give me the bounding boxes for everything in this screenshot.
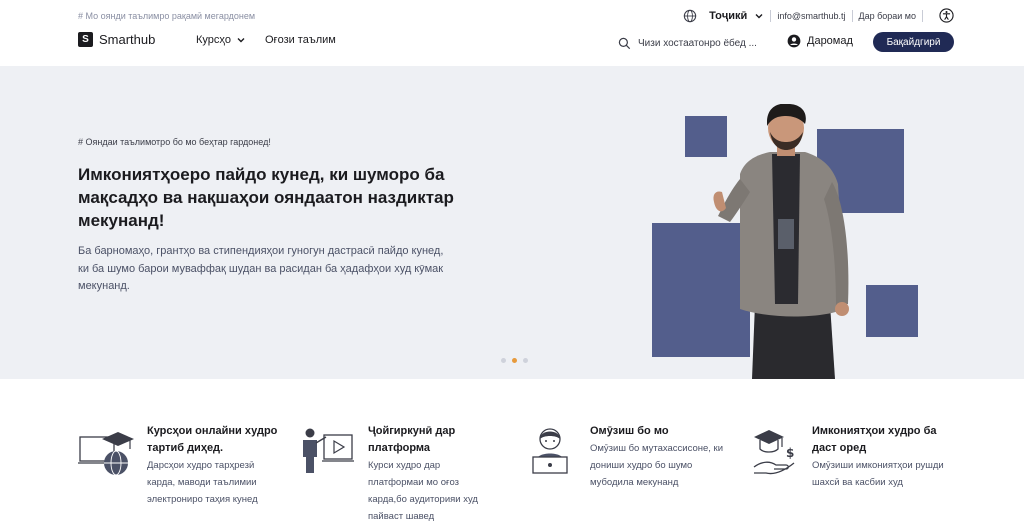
register-button[interactable]: Бақайдгирӣ [873,32,954,52]
language-selector[interactable]: Тоҷикӣ [709,10,747,22]
user-icon [787,34,801,48]
online-course-icon [78,432,134,476]
carousel-dot[interactable] [523,358,528,363]
nav-courses-label: Курсҳо [196,34,232,46]
feature-description: Омӯзиши имкониятҳои рушди шахсӣ ва касби… [812,460,944,488]
decor-square [866,285,918,337]
logo[interactable]: S Smarthub [78,32,155,47]
hero-section: # Ояндаи таълимотро бо мо беҳтар гардоне… [0,66,1024,379]
about-link[interactable]: Дар бораи мо [859,11,917,21]
accessibility-icon[interactable] [939,8,954,23]
nav-start-learning[interactable]: Оғози таълим [265,34,336,46]
divider [922,10,923,22]
feature-title: Имкониятҳои худро ба даст оред [812,425,937,454]
login-label: Даромад [807,35,853,47]
hero-tag: # Ояндаи таълимотро бо мо беҳтар гардоне… [78,137,271,147]
nav-courses[interactable]: Курсҳо [196,34,246,46]
feature-title: Ҷойгиркунӣ дар платформа [368,425,456,454]
hero-person-image [713,104,849,379]
carousel-dot-active[interactable] [512,358,517,363]
feature-title: Курсҳои онлайни худро тартиб диҳед. [147,425,278,454]
chevron-down-icon[interactable] [754,11,764,21]
divider [770,10,772,22]
carousel-dot[interactable] [501,358,506,363]
carousel-dots [501,358,534,363]
learner-laptop-icon [532,428,568,474]
svg-text:$: $ [786,446,794,460]
main-header: S Smarthub Курсҳо Оғози таълим Даромад Б… [0,28,1024,66]
feature-title: Омӯзиш бо мо [590,425,669,437]
hero-title: Имкониятҳоеро пайдо кунед, ки шуморо ба … [78,165,454,230]
login-link[interactable]: Даромад [787,34,853,48]
logo-mark-icon: S [78,32,93,47]
graduation-money-icon: $ [753,430,795,475]
search-input[interactable] [638,38,768,49]
feature-description: Дарсҳои худро тарҳрезӣ карда, маводи таъ… [147,460,258,505]
top-utility: Тоҷикӣ info@smarthub.tj Дар бораи мо [683,6,929,26]
hero-description: Ба барномаҳо, грантҳо ва стипендияҳои гу… [78,245,444,292]
feature-description: Курси худро дар платформаи мо оғоз карда… [368,460,478,522]
feature-description: Омӯзиш бо мутахассисоне, ки дониши худро… [590,443,724,488]
top-tagline: # Мо оянди таълимро рақамӣ мегардонем [78,11,256,21]
chevron-down-icon [237,38,245,43]
globe-icon[interactable] [683,9,697,23]
search-box[interactable] [618,37,768,50]
divider [851,10,853,22]
email-link[interactable]: info@smarthub.tj [777,11,845,21]
logo-text: Smarthub [99,32,156,47]
presenter-icon [303,428,354,473]
search-icon[interactable] [618,37,631,50]
